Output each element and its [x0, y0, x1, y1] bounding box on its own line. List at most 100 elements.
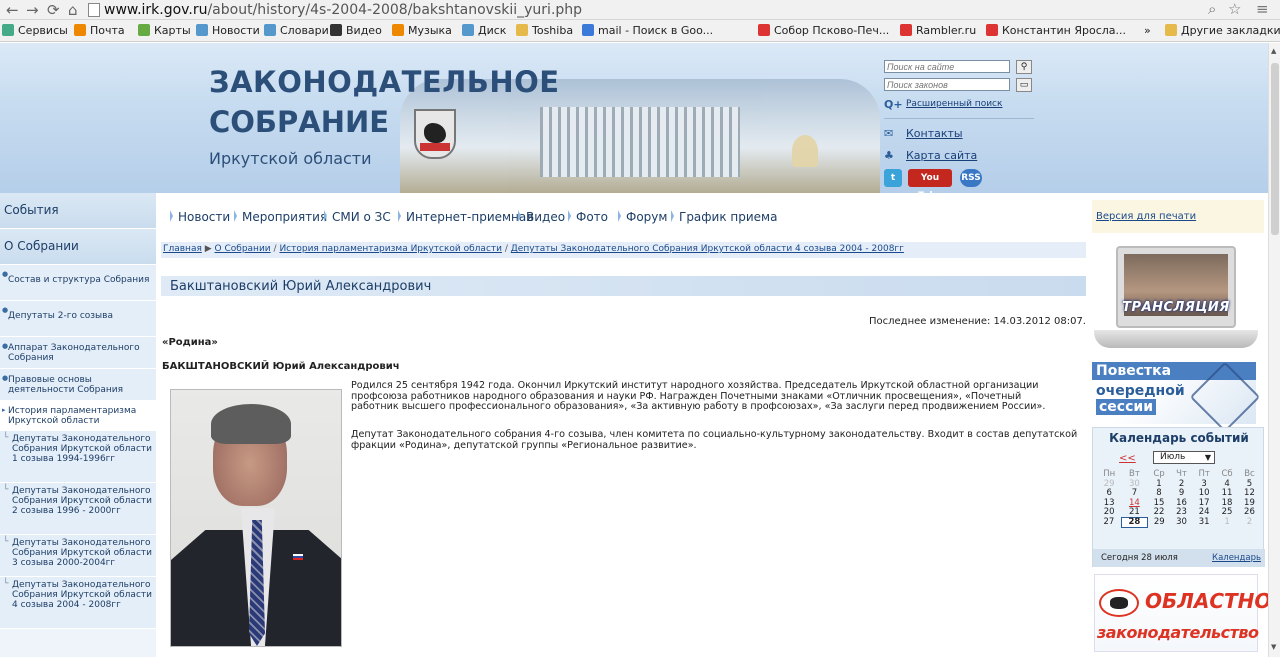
- bookmark-item[interactable]: Видео: [330, 24, 382, 38]
- bookmark-item[interactable]: Собор Псково-Печ...: [758, 24, 889, 38]
- breadcrumb-convocation[interactable]: Депутаты Законодательного Собрания Иркут…: [511, 244, 904, 254]
- sitemap-link[interactable]: Карта сайта: [906, 149, 977, 162]
- broadcast-banner[interactable]: ТРАНСЛЯЦИЯ: [1094, 246, 1258, 350]
- nav-photo[interactable]: Фото: [568, 210, 608, 224]
- breadcrumb-history[interactable]: История парламентаризма Иркутской област…: [279, 244, 502, 254]
- back-icon[interactable]: ←: [6, 1, 19, 19]
- nav-media[interactable]: СМИ о ЗС: [324, 210, 391, 224]
- sidebar-item-structure[interactable]: ● Состав и структура Собрания: [0, 265, 156, 301]
- scroll-up-icon[interactable]: ▲: [1271, 47, 1276, 55]
- contacts-link[interactable]: Контакты: [906, 127, 963, 140]
- bookmark-item[interactable]: Почта: [74, 24, 125, 38]
- calendar-day[interactable]: 1: [1216, 518, 1239, 528]
- bookmark-item[interactable]: Музыка: [392, 24, 452, 38]
- bookmark-item[interactable]: Сервисы: [2, 24, 68, 38]
- calendar-prev-link[interactable]: <<: [1119, 453, 1136, 464]
- site-title-line2[interactable]: СОБРАНИЕ: [209, 105, 389, 139]
- calendar-link[interactable]: Календарь: [1212, 553, 1261, 563]
- sitemap-icon: ♣: [884, 149, 894, 162]
- chevron-down-icon: ▼: [1204, 453, 1211, 462]
- nav-schedule[interactable]: График приема: [671, 210, 777, 224]
- banner-line1: ОБЛАСТНОЕ: [1145, 589, 1280, 613]
- sidebar-item-history[interactable]: ▸ История парламентаризма Иркутской облас…: [0, 401, 156, 431]
- calendar-day[interactable]: 31: [1193, 518, 1216, 528]
- envelope-icon: ✉: [884, 127, 894, 140]
- events-calendar: Календарь событий << Июль ▼ Пн Вт Ср Чт П…: [1092, 427, 1265, 567]
- agenda-banner[interactable]: Повестка очередной сессии: [1092, 361, 1261, 433]
- zoom-icon[interactable]: ⌕: [1208, 0, 1216, 18]
- bookmark-item[interactable]: Toshiba: [516, 24, 573, 38]
- calendar-day-today[interactable]: 28: [1120, 517, 1148, 528]
- nav-events[interactable]: Мероприятия: [234, 210, 327, 224]
- home-icon[interactable]: ⌂: [68, 1, 78, 19]
- nav-reception[interactable]: Интернет-приемная: [398, 210, 533, 224]
- sidebar-item-deputies[interactable]: ● Депутаты 2-го созыва: [0, 301, 156, 337]
- search-icon[interactable]: ⚲: [1016, 60, 1032, 74]
- site-title-line1[interactable]: ЗАКОНОДАТЕЛЬНОЕ: [209, 65, 560, 99]
- folder-icon[interactable]: ▭: [1016, 78, 1032, 92]
- regional-legislation-banner[interactable]: ОБЛАСТНОЕ законодательство: [1094, 574, 1280, 652]
- sidebar-subitem-convocation-2[interactable]: └ Депутаты Законодательного Собрания Ирку…: [0, 483, 156, 535]
- twitter-icon[interactable]: t: [884, 169, 902, 187]
- sidebar-subitem-convocation-3[interactable]: └ Депутаты Законодательного Собрания Ирку…: [0, 535, 156, 577]
- print-version-link[interactable]: Версия для печати: [1096, 211, 1196, 222]
- agenda-line3: сессии: [1096, 399, 1157, 415]
- last-modified: Последнее изменение: 14.03.2012 08:07.: [869, 316, 1086, 327]
- today-label: Сегодня 28 июля: [1101, 553, 1178, 563]
- bookmark-item[interactable]: mail - Поиск в Goo...: [582, 24, 713, 38]
- broadcast-label: ТРАНСЛЯЦИЯ: [1122, 300, 1230, 315]
- sidebar-subitem-convocation-1[interactable]: └ Депутаты Законодательного Собрания Ирку…: [0, 431, 156, 483]
- magnifier-icon: Q+: [884, 98, 903, 111]
- bookmark-item[interactable]: Словари: [264, 24, 329, 38]
- page-scrollbar[interactable]: ▲ ▼: [1268, 43, 1280, 657]
- page-title: Бакштановский Юрий Александрович: [161, 276, 1086, 296]
- bookmarks-more-icon[interactable]: »: [1144, 24, 1151, 38]
- top-navigation: Новости Мероприятия СМИ о ЗС Интернет-пр…: [156, 202, 1088, 232]
- site-header: ЗАКОНОДАТЕЛЬНОЕ СОБРАНИЕ Иркутской облас…: [0, 43, 1268, 201]
- browser-toolbar: ← → ⟳ ⌂ www.irk.gov.ru/about/history/4s-…: [0, 0, 1280, 20]
- biography-paragraph: Родился 25 сентября 1942 года. Окончил И…: [351, 380, 1046, 413]
- left-sidebar: События О Собрании ● Состав и структура С…: [0, 193, 156, 657]
- advanced-search-link[interactable]: Расширенный поиск: [906, 99, 1002, 109]
- calendar-month-select[interactable]: Июль ▼: [1153, 451, 1215, 464]
- breadcrumb: Главная ▶ О Собрании / История парламент…: [161, 242, 1086, 258]
- bookmark-item[interactable]: Диск: [462, 24, 506, 38]
- bookmark-item[interactable]: Карты: [138, 24, 191, 38]
- bookmark-item[interactable]: Константин Яросла...: [986, 24, 1126, 38]
- site-title-line3[interactable]: Иркутской области: [209, 149, 372, 168]
- calendar-day[interactable]: 2: [1238, 518, 1260, 528]
- law-search-input[interactable]: [884, 78, 1010, 91]
- region-crest-icon: [414, 109, 456, 159]
- other-bookmarks[interactable]: Другие закладки: [1165, 24, 1280, 38]
- menu-icon[interactable]: ≡: [1256, 0, 1269, 18]
- agenda-line1: Повестка: [1096, 363, 1172, 379]
- bookmark-item[interactable]: Rambler.ru: [900, 24, 976, 38]
- address-bar[interactable]: www.irk.gov.ru/about/history/4s-2004-200…: [104, 1, 582, 19]
- sidebar-subitem-convocation-4[interactable]: └ Депутаты Законодательного Собрания Ирку…: [0, 577, 156, 629]
- nav-video[interactable]: Видео: [518, 210, 565, 224]
- youtube-icon[interactable]: You Tube: [908, 169, 952, 201]
- breadcrumb-home[interactable]: Главная: [163, 244, 202, 254]
- sidebar-item-apparatus[interactable]: ● Аппарат Законодательного Собрания: [0, 337, 156, 369]
- calendar-day[interactable]: 30: [1171, 518, 1193, 528]
- calendar-title: Календарь событий: [1109, 431, 1249, 445]
- nav-forum[interactable]: Форум: [618, 210, 667, 224]
- reload-icon[interactable]: ⟳: [47, 1, 60, 19]
- sidebar-section-events[interactable]: События: [0, 193, 156, 229]
- biography-paragraph: Депутат Законодательного собрания 4-го с…: [351, 429, 1078, 451]
- deputy-fullname: БАКШТАНОВСКИЙ Юрий Александрович: [162, 361, 400, 372]
- rss-icon[interactable]: RSS: [960, 169, 982, 187]
- forward-icon[interactable]: →: [26, 1, 39, 19]
- site-search-input[interactable]: [884, 60, 1010, 73]
- flag-pin-icon: [293, 554, 303, 560]
- scrollbar-thumb[interactable]: [1271, 63, 1279, 235]
- scroll-down-icon[interactable]: ▼: [1271, 643, 1276, 651]
- bookmark-item[interactable]: Новости: [196, 24, 260, 38]
- sidebar-item-legal[interactable]: ● Правовые основы деятельности Собрания: [0, 369, 156, 401]
- breadcrumb-about[interactable]: О Собрании: [215, 244, 271, 254]
- sidebar-section-about[interactable]: О Собрании: [0, 229, 156, 265]
- calendar-day[interactable]: 29: [1147, 518, 1170, 528]
- star-icon[interactable]: ☆: [1228, 0, 1241, 18]
- calendar-day[interactable]: 27: [1097, 518, 1121, 528]
- nav-news[interactable]: Новости: [170, 210, 230, 224]
